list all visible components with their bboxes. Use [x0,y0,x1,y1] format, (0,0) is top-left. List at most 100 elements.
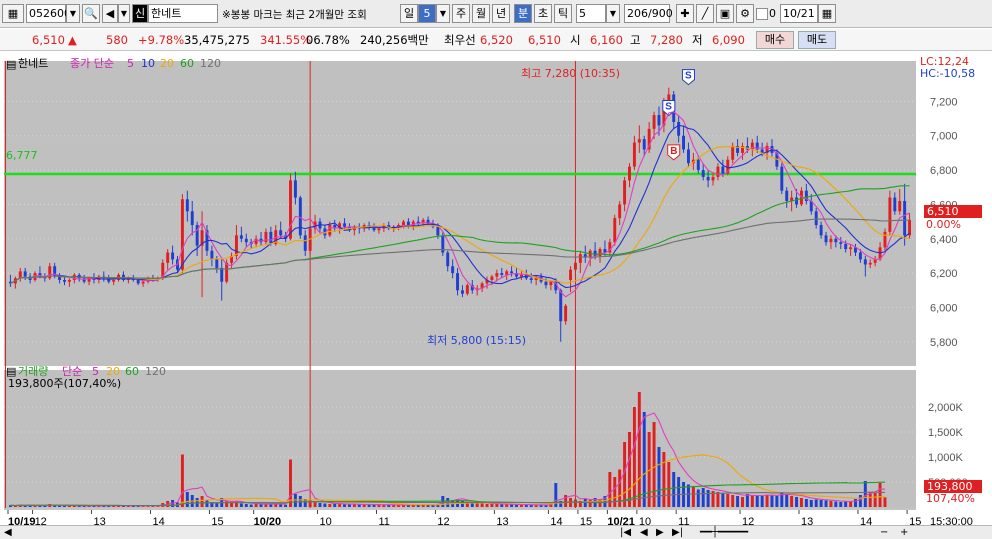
volume-bar [667,462,671,507]
interval-dropdown-icon[interactable]: ▼ [606,4,620,23]
tab-week[interactable]: 주 [452,4,470,23]
high-label: 고 [630,33,641,47]
volume-bar [308,500,312,507]
volume-bar [706,490,710,507]
tab-day[interactable]: 일 [400,4,418,23]
tab-minute[interactable]: 분 [514,4,532,23]
candle-body [53,266,57,277]
candle-body [814,211,818,226]
candle-body [598,249,602,256]
buy-button[interactable]: 매수 [756,31,794,49]
candle-body [613,218,617,243]
notice-text: ※봉봉 마크는 최근 2개월만 조회 [222,9,367,21]
volume-bar [323,503,327,507]
code-dropdown-icon[interactable]: ▼ [66,4,80,23]
grid-icon[interactable]: ▦ [2,4,24,23]
volume-bar [804,499,808,507]
volume-bar [701,488,705,507]
ma20-label: 20 [160,57,174,70]
checkbox[interactable] [756,8,768,20]
candle-body [239,235,243,239]
candle-body [637,139,641,143]
cross-tool-icon[interactable]: ✚ [676,4,694,23]
tab-day-n[interactable]: 5 [418,4,436,23]
price: 6,510 [32,33,65,47]
trend-tool-icon[interactable]: ╱ [696,4,714,23]
price-panel-name: 한네트 [18,57,49,70]
candle-body [510,271,514,274]
date-field[interactable]: 10/21 [780,4,818,23]
scroll-first-icon[interactable]: |◀ [620,526,631,539]
candle-body [686,149,690,164]
volume-bar [180,454,184,507]
menu-icon[interactable]: ▤ [6,58,16,71]
volume-bar [205,500,209,507]
volume-bar [239,503,243,507]
bid2: 6,510 [528,33,561,47]
volume-bar [819,500,823,507]
candle-body [893,197,897,212]
count-field[interactable]: 206/900 [624,4,673,23]
interval-select[interactable]: 5 [576,4,606,23]
scroll-left-icon[interactable]: ◀ [4,526,12,539]
calendar-icon[interactable]: ▦ [818,4,836,23]
volume-bar [58,505,62,507]
volume-bar [347,504,351,507]
candle-body [446,252,450,267]
candle-body [888,197,892,232]
volume-bar [632,407,636,507]
current-pct: 0.00% [926,218,961,231]
tab-day-dropdown-icon[interactable]: ▼ [436,4,450,23]
volume-bar [883,497,887,507]
candle-body [23,271,27,277]
candle-body [436,226,440,236]
candle-body [564,305,568,322]
price-tick-label: 7,000 [930,131,958,143]
candle-body [500,273,504,275]
scroll-next-icon[interactable]: ▶ [656,526,664,539]
bid-label: 최우선 [444,33,476,47]
zoom-out-icon[interactable]: − [880,526,888,539]
volume-info: 193,800주(107,40%) [8,377,122,390]
volume-bar [510,504,514,507]
candle-body [863,259,867,265]
chart-canvas[interactable]: SSB 7,2007,0006,8006,6006,4006,2006,0005… [0,52,992,539]
volume-bar [642,412,646,507]
high-annotation: 최고 7,280 (10:35) [521,67,621,80]
current-price-tag: 6,510 [924,205,982,218]
speaker-dropdown-icon[interactable]: ▼ [118,4,130,23]
scroll-bar[interactable]: ◀ |◀ ◀ ▶ ▶| ━━┼━━━━━ − + [0,525,992,539]
volume-bar [726,494,730,507]
zoom-slider[interactable]: ━━┼━━━━━ [700,526,748,539]
volume-bar [343,504,347,507]
price-ma-label: 종가 단순 [70,57,114,70]
candle-body [343,223,347,227]
tab-tick[interactable]: 틱 [554,4,572,23]
sell-button[interactable]: 매도 [798,31,836,49]
search-icon[interactable]: 🔍 [82,4,100,23]
volume-bar [760,496,764,507]
volume-bar [490,503,494,507]
volume-bar [372,504,376,507]
scroll-prev-icon[interactable]: ◀ [640,526,648,539]
candle-body [898,200,902,212]
candle-body [495,273,499,277]
stock-name-field[interactable]: 한네트 [148,4,218,23]
tab-month[interactable]: 월 [472,4,490,23]
volume-bar [696,489,700,507]
volume-bar [677,477,681,507]
volume-bar [628,432,631,507]
settings-icon[interactable]: ⚙ [736,4,754,23]
save-icon[interactable]: ▣ [716,4,734,23]
stock-code-input[interactable]: 052600 [26,4,71,23]
candle-body [220,267,224,282]
candle-body [215,259,219,268]
checkbox-label: 0 [769,7,776,20]
tab-second[interactable]: 초 [534,4,552,23]
zoom-in-icon[interactable]: + [900,526,908,539]
tab-year[interactable]: 년 [492,4,510,23]
scroll-last-icon[interactable]: ▶| [672,526,683,539]
volume-bar [686,484,690,507]
speaker-icon[interactable]: ◀ [102,4,118,23]
quote-bar: 6,510 ▲ 580 +9.78% 35,475,275 341.55% 06… [0,29,992,51]
